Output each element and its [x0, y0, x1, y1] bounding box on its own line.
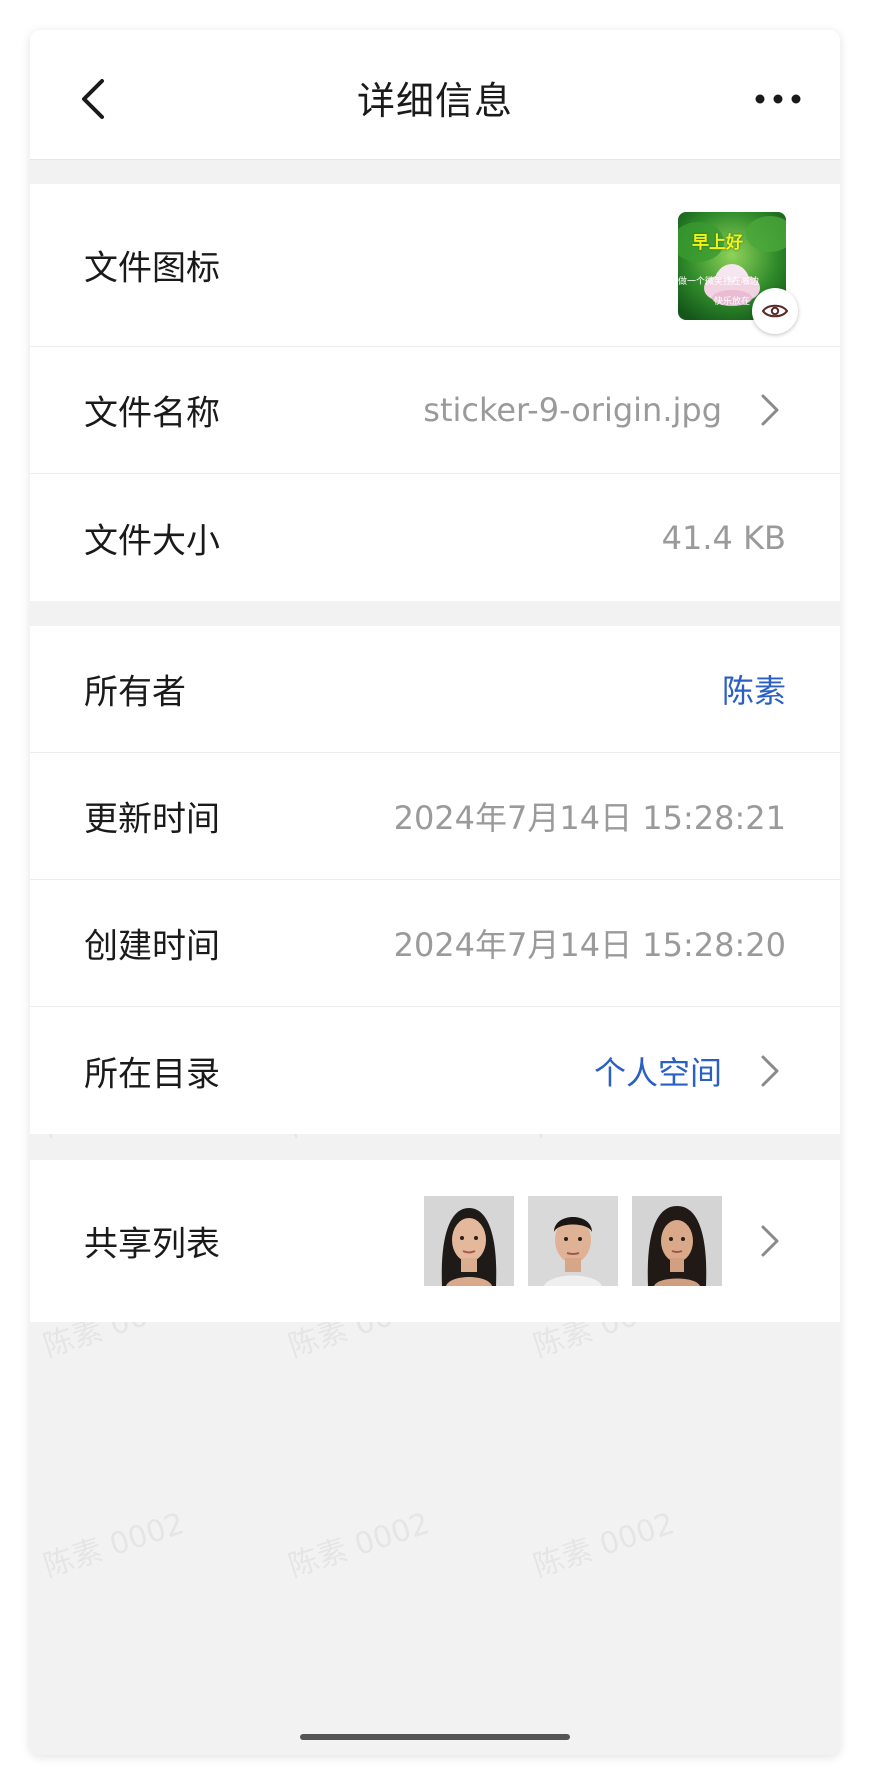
- home-indicator: [300, 1734, 570, 1740]
- file-name-label: 文件名称: [84, 393, 220, 434]
- file-info-section: 文件图标 早上好 做一个微笑挂在嘴边 快乐放在 文件名称 sticker-9-o…: [30, 184, 840, 601]
- owner-link[interactable]: 陈素: [722, 666, 786, 712]
- chevron-right-icon: [761, 1225, 779, 1257]
- thumbnail-line-1: 做一个微笑挂在嘴边: [678, 277, 760, 287]
- folder-link[interactable]: 个人空间: [594, 1048, 722, 1094]
- created-time-value: 2024年7月14日 15:28:20: [393, 926, 786, 964]
- details-screen: 陈素 0002 陈素 0002 陈素 0002 陈素 0002 陈素 0002 …: [30, 30, 840, 1755]
- share-list-row[interactable]: 共享列表: [30, 1160, 840, 1322]
- avatar[interactable]: [528, 1196, 618, 1286]
- folder-label: 所在目录: [84, 1054, 220, 1094]
- file-icon-row: 文件图标 早上好 做一个微笑挂在嘴边 快乐放在: [30, 184, 840, 347]
- updated-time-value: 2024年7月14日 15:28:21: [393, 799, 786, 837]
- eye-icon: [761, 304, 789, 318]
- created-time-label: 创建时间: [84, 926, 220, 967]
- owner-label: 所有者: [84, 672, 186, 713]
- file-size-row: 文件大小 41.4 KB: [30, 474, 840, 601]
- watermark: 陈素 0002: [39, 1506, 189, 1585]
- file-name-row[interactable]: 文件名称 sticker-9-origin.jpg: [30, 347, 840, 474]
- created-time-row: 创建时间 2024年7月14日 15:28:20: [30, 880, 840, 1007]
- thumbnail-line-2: 快乐放在: [714, 297, 751, 307]
- navigation-bar: 详细信息: [30, 30, 840, 160]
- page-title: 详细信息: [356, 79, 513, 123]
- metadata-section: 所有者 陈素 更新时间 2024年7月14日 15:28:21 创建时间 202…: [30, 626, 840, 1134]
- share-list-label: 共享列表: [84, 1224, 220, 1265]
- thumbnail-title: 早上好: [692, 233, 743, 253]
- file-size-label: 文件大小: [84, 521, 220, 561]
- avatar-woman-2-image: [632, 1196, 722, 1286]
- avatar-woman-1-image: [424, 1196, 514, 1286]
- avatar-man-image: [528, 1196, 618, 1286]
- chevron-right-icon: [761, 394, 779, 426]
- shared-users: [424, 1196, 722, 1286]
- folder-row[interactable]: 所在目录 个人空间: [30, 1007, 840, 1134]
- file-size-value: 41.4 KB: [661, 518, 786, 557]
- preview-button[interactable]: [752, 288, 798, 334]
- more-dots-icon: [755, 94, 801, 104]
- avatar[interactable]: [632, 1196, 722, 1286]
- more-button[interactable]: [754, 90, 802, 104]
- chevron-right-icon: [761, 1055, 779, 1086]
- share-section: 共享列表: [30, 1160, 840, 1322]
- watermark: 陈素 0002: [284, 1506, 434, 1585]
- avatar[interactable]: [424, 1196, 514, 1286]
- file-name-value: sticker-9-origin.jpg: [423, 391, 722, 429]
- watermark: 陈素 0002: [529, 1506, 679, 1585]
- updated-time-label: 更新时间: [84, 799, 220, 840]
- file-icon-label: 文件图标: [84, 248, 220, 289]
- owner-row: 所有者 陈素: [30, 626, 840, 753]
- updated-time-row: 更新时间 2024年7月14日 15:28:21: [30, 753, 840, 880]
